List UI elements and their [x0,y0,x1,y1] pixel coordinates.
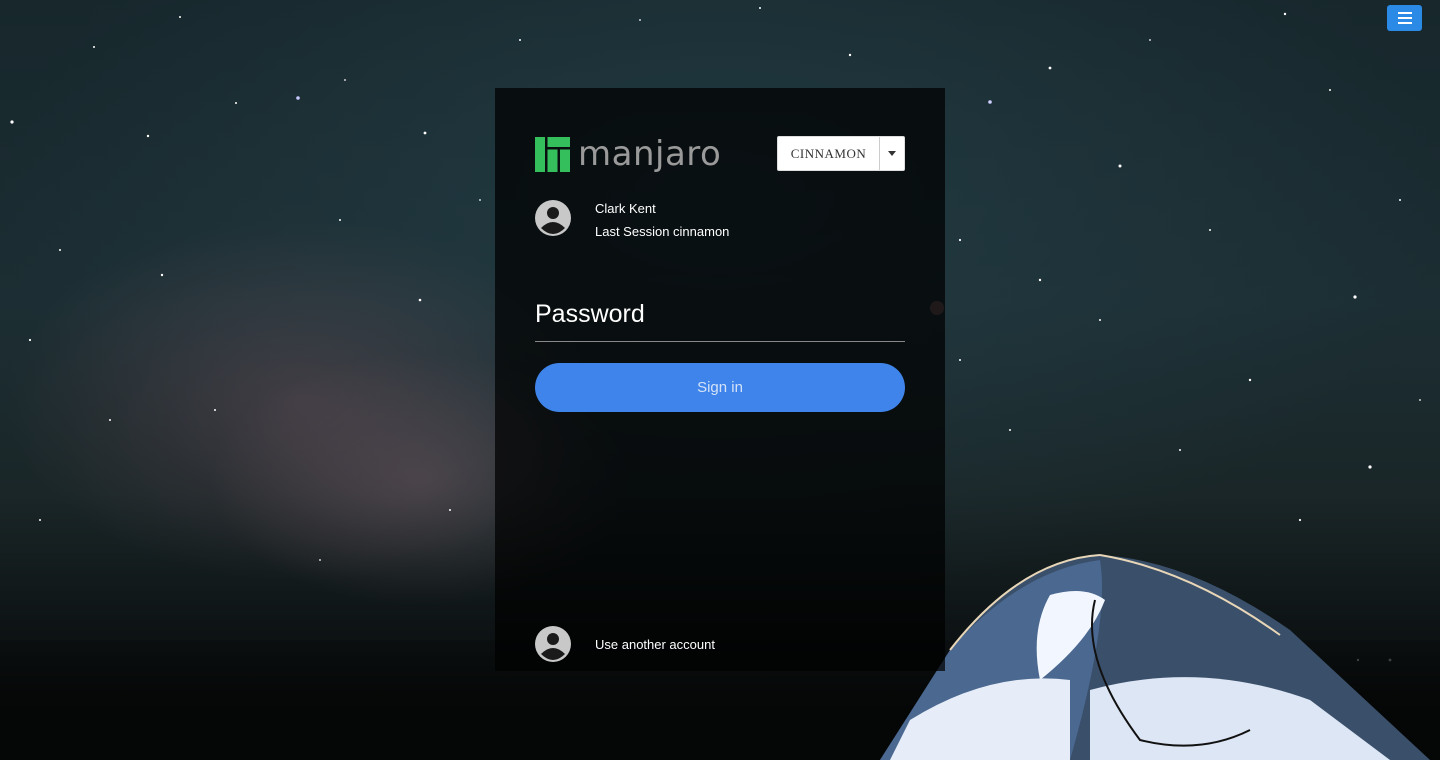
caret-down-icon [888,151,896,156]
tent-illustration [880,554,1430,760]
login-panel: manjaro CINNAMON Clark Kent Last Session… [495,88,945,671]
use-another-account[interactable]: Use another account [535,626,715,662]
hamburger-menu-icon [1397,12,1412,24]
password-input[interactable] [535,288,905,342]
account-circle-icon [535,200,571,236]
last-session: Last Session cinnamon [595,224,730,239]
hamburger-menu-button[interactable] [1387,5,1422,31]
brand-logo: manjaro [535,136,721,172]
user-name: Clark Kent [595,201,656,216]
use-another-account-label: Use another account [595,636,715,652]
manjaro-logo-icon [535,136,570,172]
account-circle-icon [535,626,571,662]
current-user[interactable]: Clark Kent Last Session cinnamon [535,200,729,243]
session-dropdown-toggle[interactable] [879,137,904,170]
sign-in-button[interactable]: Sign in [535,363,905,412]
brand-name: manjaro [578,134,722,174]
session-selected-label: CINNAMON [790,145,867,161]
session-select[interactable]: CINNAMON [777,136,905,171]
